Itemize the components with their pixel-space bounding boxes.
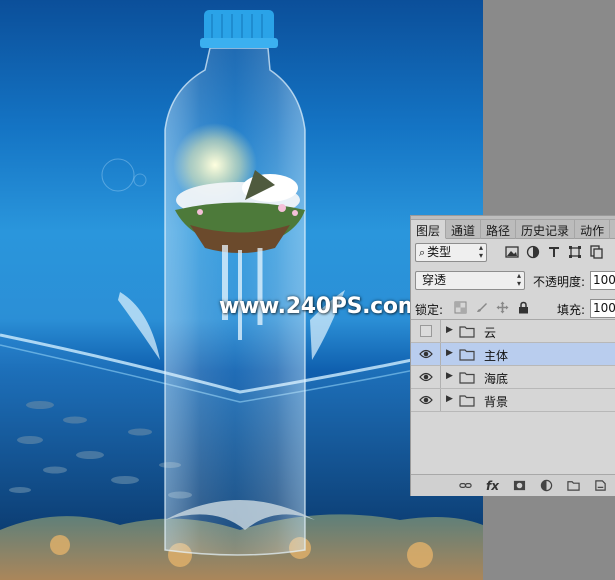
filter-icons bbox=[505, 245, 603, 259]
visibility-toggle[interactable] bbox=[411, 366, 441, 388]
layer-name: 主体 bbox=[484, 349, 509, 363]
image-filter-icon[interactable] bbox=[505, 245, 519, 259]
panel-tabs: 图层 通道 路径 历史记录 动作 bbox=[411, 220, 615, 239]
select-arrows-icon: ▴ ▾ bbox=[478, 243, 483, 260]
smart-object-filter-icon[interactable] bbox=[589, 245, 603, 259]
fx-icon[interactable]: fx bbox=[486, 479, 499, 493]
expand-caret-icon[interactable]: ▶ bbox=[446, 371, 453, 381]
opacity-label: 不透明度: bbox=[533, 275, 586, 289]
search-icon: ⌕ bbox=[419, 246, 426, 259]
expand-caret-icon[interactable]: ▶ bbox=[446, 348, 453, 358]
lock-move-icon[interactable] bbox=[496, 301, 509, 314]
filter-row: ⌕ 类型 ▴ ▾ bbox=[411, 239, 615, 267]
layer-row-zhuti[interactable]: ▶ 主体 bbox=[411, 343, 615, 366]
layers-panel: 图层 通道 路径 历史记录 动作 ⌕类型 ▴▾ 穿透 ▴▾ 不透明度: 100%… bbox=[410, 215, 615, 496]
blend-mode-select[interactable]: 穿透 ▴ ▾ bbox=[415, 271, 525, 290]
layer-row-beijing[interactable]: ▶ 背景 bbox=[411, 389, 615, 412]
blend-mode-value: 穿透 bbox=[422, 273, 447, 287]
folder-icon bbox=[459, 395, 475, 407]
mask-icon[interactable] bbox=[513, 479, 526, 492]
layers-bottom-toolbar: fx bbox=[411, 474, 615, 496]
visibility-toggle[interactable] bbox=[411, 343, 441, 365]
tab-paths[interactable]: 路径 bbox=[481, 220, 517, 239]
layer-name: 背景 bbox=[484, 395, 509, 409]
visibility-toggle[interactable] bbox=[411, 320, 441, 342]
opacity-input[interactable]: 100% bbox=[590, 271, 615, 290]
link-icon[interactable] bbox=[459, 479, 472, 492]
tab-channels[interactable]: 通道 bbox=[446, 220, 482, 239]
lock-icons bbox=[454, 301, 530, 314]
layer-row-yun[interactable]: ▶ 云 bbox=[411, 320, 615, 343]
eye-icon bbox=[419, 372, 433, 382]
fill-label: 填充: bbox=[557, 303, 586, 317]
type-filter-icon[interactable] bbox=[547, 245, 561, 259]
adjustment-filter-icon[interactable] bbox=[526, 245, 540, 259]
tab-actions[interactable]: 动作 bbox=[575, 220, 611, 239]
tab-layers[interactable]: 图层 bbox=[411, 220, 447, 239]
tab-history[interactable]: 历史记录 bbox=[516, 220, 576, 239]
select-arrows-icon: ▴ ▾ bbox=[516, 271, 521, 288]
layer-name: 海底 bbox=[484, 372, 509, 386]
eye-icon bbox=[419, 395, 433, 405]
shape-filter-icon[interactable] bbox=[568, 245, 582, 259]
fill-input[interactable]: 100% bbox=[590, 299, 615, 318]
lock-label: 锁定: bbox=[415, 303, 444, 317]
layer-name: 云 bbox=[484, 326, 497, 340]
blend-row: 穿透 ▴▾ 不透明度: 100% bbox=[411, 267, 615, 295]
new-layer-icon[interactable] bbox=[594, 479, 607, 492]
adjustment-layer-icon[interactable] bbox=[540, 479, 553, 492]
layer-filter-value: 类型 bbox=[427, 245, 452, 259]
layer-list: ▶ 云 ▶ 主体 ▶ 海底 ▶ 背景 bbox=[411, 319, 615, 474]
visibility-off-box bbox=[420, 325, 432, 337]
lock-transparent-icon[interactable] bbox=[454, 301, 467, 314]
folder-icon bbox=[459, 326, 475, 338]
lock-all-icon[interactable] bbox=[517, 301, 530, 314]
watermark-text: www.240PS.com bbox=[219, 294, 421, 319]
lock-paint-icon[interactable] bbox=[475, 301, 488, 314]
layer-row-haidi[interactable]: ▶ 海底 bbox=[411, 366, 615, 389]
bottom-icons: fx bbox=[459, 479, 607, 493]
new-group-icon[interactable] bbox=[567, 479, 580, 492]
eye-icon bbox=[419, 349, 433, 359]
layer-filter-select[interactable]: ⌕ 类型 ▴ ▾ bbox=[415, 243, 487, 262]
folder-icon bbox=[459, 349, 475, 361]
folder-icon bbox=[459, 372, 475, 384]
expand-caret-icon[interactable]: ▶ bbox=[446, 394, 453, 404]
visibility-toggle[interactable] bbox=[411, 389, 441, 411]
expand-caret-icon[interactable]: ▶ bbox=[446, 325, 453, 335]
